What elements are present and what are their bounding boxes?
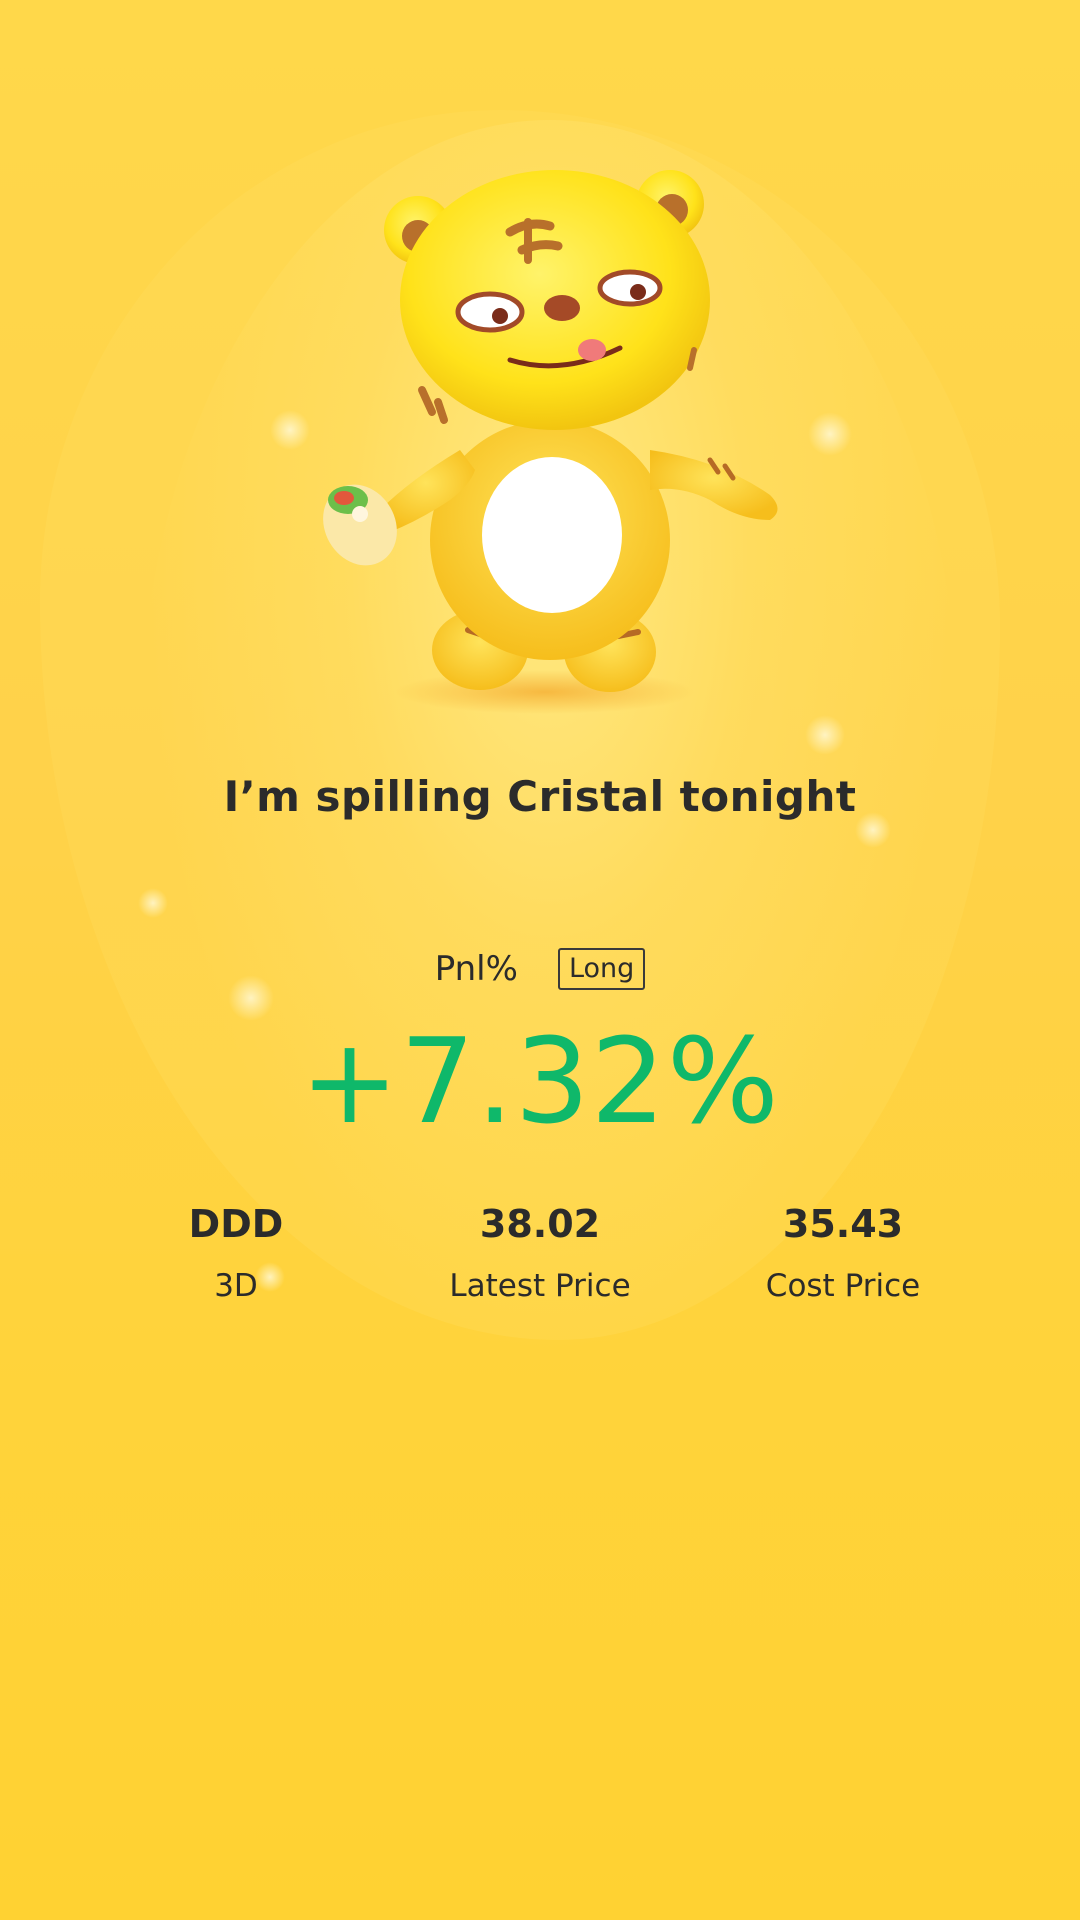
symbol-value: DDD bbox=[188, 1202, 284, 1246]
latest-price-value: 38.02 bbox=[479, 1202, 601, 1246]
bokeh-light bbox=[138, 888, 168, 918]
pnl-label: Pnl% bbox=[434, 949, 518, 989]
bokeh-light bbox=[805, 715, 845, 755]
pnl-percentage-value: +7.32% bbox=[300, 1012, 780, 1150]
stat-latest-price: 38.02 Latest Price bbox=[390, 1202, 690, 1304]
position-direction-badge: Long bbox=[557, 948, 646, 990]
stat-cost-price: 35.43 Cost Price bbox=[693, 1202, 993, 1304]
headline-text: I’m spilling Cristal tonight bbox=[223, 772, 857, 821]
pnl-header: Pnl% Long bbox=[0, 948, 1080, 990]
cost-price-label: Cost Price bbox=[765, 1268, 921, 1304]
symbol-label: 3D bbox=[214, 1268, 258, 1304]
tiger-mascot-icon bbox=[323, 170, 778, 714]
latest-price-label: Latest Price bbox=[449, 1268, 631, 1304]
stat-symbol: DDD 3D bbox=[86, 1202, 386, 1304]
cost-price-value: 35.43 bbox=[782, 1202, 904, 1246]
